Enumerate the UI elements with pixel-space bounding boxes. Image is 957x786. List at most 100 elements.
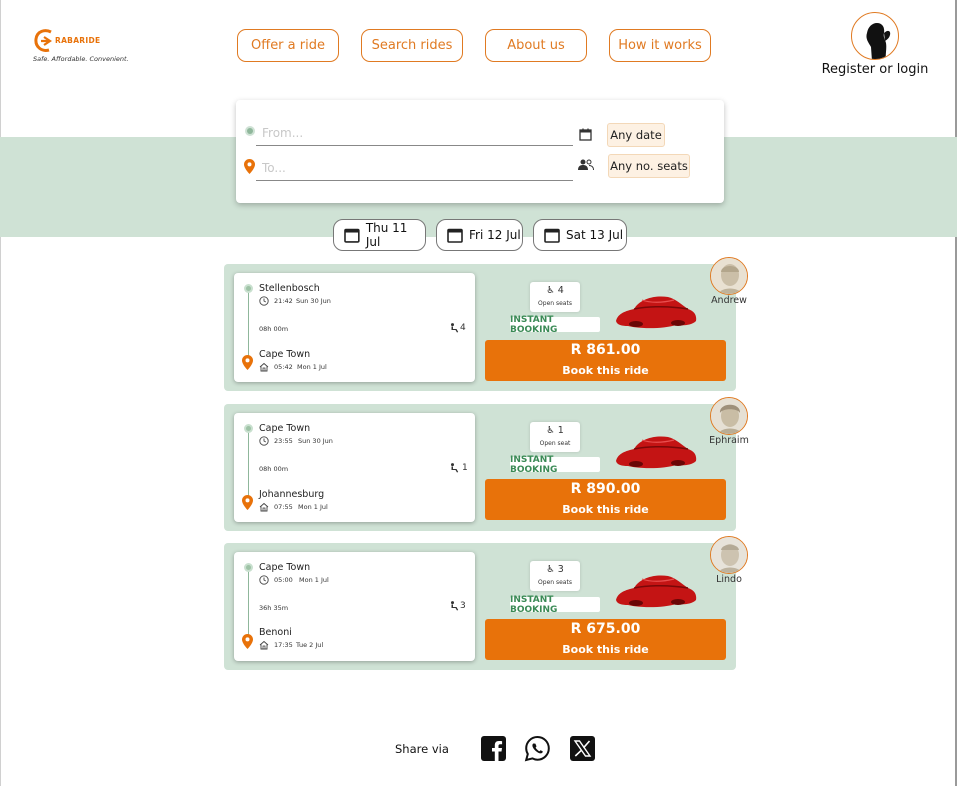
open-seat-count: 1 xyxy=(557,425,564,436)
seat-icon: ♿︎ xyxy=(546,564,555,575)
from-input[interactable] xyxy=(256,120,573,146)
seat-icon: ♿︎ xyxy=(546,425,555,436)
arrive-time: 07:55 xyxy=(274,503,293,511)
driver-name: Ephraim xyxy=(709,435,749,446)
origin-dot-icon xyxy=(244,284,253,293)
open-seats-label: Open seat xyxy=(539,440,571,447)
driver-avatar[interactable] xyxy=(710,536,748,574)
depart-date: Sun 30 Jun xyxy=(296,297,331,305)
depart-time: 23:55 xyxy=(274,437,293,445)
arrive-date: Tue 2 Jul xyxy=(296,641,324,649)
user-avatar[interactable] xyxy=(851,12,899,60)
open-seats-label: Open seats xyxy=(538,579,572,586)
open-seats-box: ♿︎ 4 Open seats xyxy=(530,282,580,312)
driver-name: Andrew xyxy=(711,295,747,306)
clock-icon xyxy=(259,436,269,446)
ride-card: Cape Town 05:00 Mon 1 Jul 36h 35m 3 Beno… xyxy=(224,536,748,670)
destination-pin-icon xyxy=(242,634,253,649)
calendar-icon xyxy=(544,228,560,243)
trip-duration: 08h 00m xyxy=(259,465,289,473)
home-icon xyxy=(259,640,269,650)
book-ride-button[interactable]: R 890.00 Book this ride xyxy=(485,479,726,520)
x-icon[interactable] xyxy=(569,735,596,762)
register-login-link[interactable]: Register or login xyxy=(815,62,935,77)
ride-price: R 861.00 xyxy=(570,342,641,358)
seats-chip[interactable]: Any no. seats xyxy=(608,154,690,178)
destination-pin-icon xyxy=(242,495,253,510)
ride-route-panel[interactable]: Stellenbosch 21:42 Sun 30 Jun 08h 00m 4 … xyxy=(234,273,475,382)
date-pill-thu[interactable]: Thu 11 Jul xyxy=(333,219,426,251)
instant-booking-badge: INSTANT BOOKING xyxy=(510,595,600,615)
book-ride-button[interactable]: R 675.00 Book this ride xyxy=(485,619,726,660)
open-seats-label: Open seats xyxy=(538,300,572,307)
destination-city: Johannesburg xyxy=(259,489,325,500)
ride-route-panel[interactable]: Cape Town 05:00 Mon 1 Jul 36h 35m 3 Beno… xyxy=(234,552,475,661)
seat-icon xyxy=(451,601,459,611)
arrive-time: 05:42 xyxy=(274,363,293,371)
nav-how-it-works[interactable]: How it works xyxy=(609,29,711,62)
logo-mark-icon xyxy=(34,29,52,52)
route-seat-count: 4 xyxy=(460,323,466,333)
instant-booking-badge: INSTANT BOOKING xyxy=(510,455,600,475)
calendar-icon xyxy=(344,228,360,243)
open-seat-count: 3 xyxy=(557,564,564,575)
search-card: Any date Any no. seats xyxy=(236,100,724,203)
trip-duration: 08h 00m xyxy=(259,325,289,333)
origin-dot-icon xyxy=(244,563,253,572)
any-date-chip[interactable]: Any date xyxy=(607,123,665,147)
date-pill-label: Fri 12 Jul xyxy=(469,228,521,242)
brand-name: RABARIDE xyxy=(55,36,101,45)
book-ride-button[interactable]: R 861.00 Book this ride xyxy=(485,340,726,381)
clock-icon xyxy=(259,296,269,306)
arrive-date: Mon 1 Jul xyxy=(297,363,327,371)
route-line xyxy=(248,290,249,360)
destination-pin-icon xyxy=(244,159,255,174)
nav-offer-ride[interactable]: Offer a ride xyxy=(237,29,339,62)
seat-icon: ♿︎ xyxy=(546,285,555,296)
driver-name: Lindo xyxy=(716,574,742,585)
driver-avatar[interactable] xyxy=(710,397,748,435)
trip-duration: 36h 35m xyxy=(259,604,289,612)
facebook-icon[interactable] xyxy=(480,735,507,762)
car-image xyxy=(616,575,697,608)
arrive-date: Mon 1 Jul xyxy=(298,503,328,511)
clock-icon xyxy=(259,575,269,585)
depart-date: Sun 30 Jun xyxy=(298,437,333,445)
share-label: Share via xyxy=(395,742,449,756)
destination-city: Cape Town xyxy=(259,349,311,360)
brand-tagline: Safe. Affordable. Convenient. xyxy=(33,55,129,63)
date-pill-label: Thu 11 Jul xyxy=(365,221,408,249)
open-seats-box: ♿︎ 1 Open seat xyxy=(530,422,580,452)
origin-dot-icon xyxy=(245,126,255,136)
ride-price: R 890.00 xyxy=(570,481,641,497)
seat-icon xyxy=(451,463,459,473)
driver-avatar[interactable] xyxy=(710,257,748,295)
whatsapp-icon[interactable] xyxy=(524,735,551,762)
brand-logo[interactable]: RABARIDE Safe. Affordable. Convenient. xyxy=(33,28,153,68)
home-icon xyxy=(259,362,269,372)
depart-date: Mon 1 Jul xyxy=(299,576,329,584)
ride-card: Cape Town 23:55 Sun 30 Jun 08h 00m 1 Joh… xyxy=(224,397,749,531)
date-pill-fri[interactable]: Fri 12 Jul xyxy=(436,219,523,251)
calendar-icon xyxy=(447,228,463,243)
home-icon xyxy=(259,502,269,512)
origin-dot-icon xyxy=(244,424,253,433)
nav-search-rides[interactable]: Search rides xyxy=(361,29,463,62)
ride-route-panel[interactable]: Cape Town 23:55 Sun 30 Jun 08h 00m 1 Joh… xyxy=(234,413,475,522)
origin-city: Cape Town xyxy=(259,562,311,573)
date-pill-sat[interactable]: Sat 13 Jul xyxy=(533,219,627,251)
nav-about-us[interactable]: About us xyxy=(485,29,587,62)
arrive-time: 17:35 xyxy=(274,641,293,649)
route-line xyxy=(248,430,249,500)
people-icon xyxy=(578,159,594,171)
to-input[interactable] xyxy=(256,155,573,181)
open-seat-count: 4 xyxy=(557,285,564,296)
route-seat-count: 3 xyxy=(460,601,466,611)
car-image xyxy=(616,296,697,329)
user-silhouette-icon xyxy=(866,23,891,59)
route-seat-count: 1 xyxy=(462,463,468,473)
calendar-icon xyxy=(579,128,592,141)
depart-time: 21:42 xyxy=(274,297,293,305)
origin-city: Cape Town xyxy=(259,423,311,434)
seat-icon xyxy=(451,323,459,333)
